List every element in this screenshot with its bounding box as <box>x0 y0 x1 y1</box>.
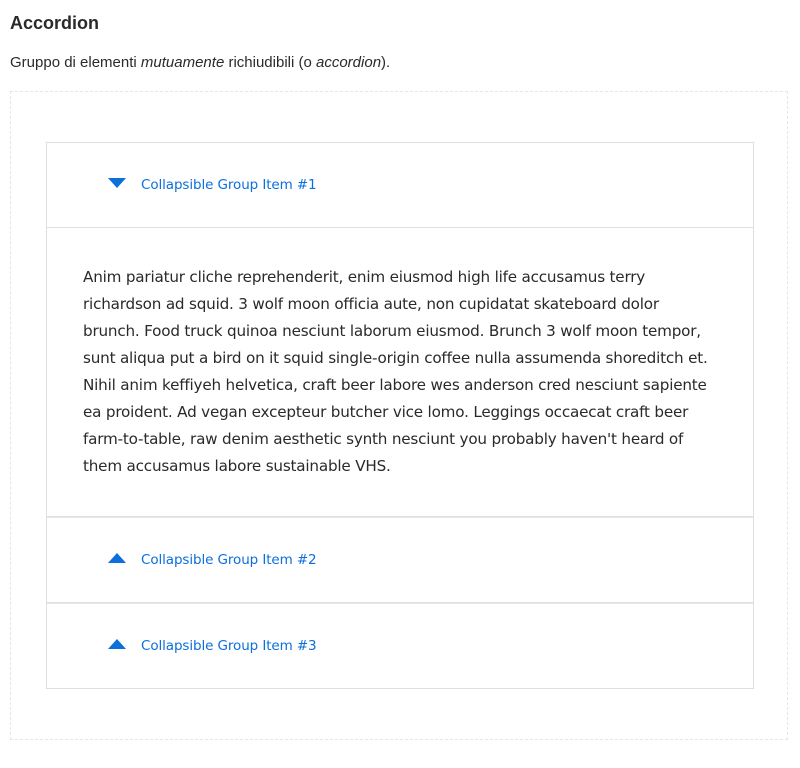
accordion-header-3[interactable]: Collapsible Group Item #3 <box>47 604 753 688</box>
description-text: richiudibili (o <box>224 54 316 71</box>
accordion-item-1: Collapsible Group Item #1 Anim pariatur … <box>47 143 753 517</box>
description-text: Gruppo di elementi <box>10 54 141 71</box>
accordion-header-label: Collapsible Group Item #3 <box>141 638 317 654</box>
accordion-item-2: Collapsible Group Item #2 <box>47 517 753 603</box>
accordion-header-label: Collapsible Group Item #2 <box>141 552 317 568</box>
accordion-header-2[interactable]: Collapsible Group Item #2 <box>47 518 753 602</box>
page-description: Gruppo di elementi mutuamente richiudibi… <box>10 52 390 74</box>
accordion: Collapsible Group Item #1 Anim pariatur … <box>46 142 754 689</box>
accordion-body-text: Anim pariatur cliche reprehenderit, enim… <box>83 268 708 475</box>
accordion-header-label: Collapsible Group Item #1 <box>141 177 317 193</box>
accordion-body-1: Anim pariatur cliche reprehenderit, enim… <box>47 227 753 516</box>
accordion-header-1[interactable]: Collapsible Group Item #1 <box>47 143 753 227</box>
caret-up-icon <box>108 553 126 563</box>
page-title: Accordion <box>10 13 100 33</box>
caret-down-icon <box>108 178 126 188</box>
description-emphasis: accordion <box>316 54 382 71</box>
description-emphasis: mutuamente <box>140 54 225 71</box>
description-text: ). <box>381 54 391 71</box>
accordion-item-3: Collapsible Group Item #3 <box>47 603 753 689</box>
caret-up-icon <box>108 639 126 649</box>
